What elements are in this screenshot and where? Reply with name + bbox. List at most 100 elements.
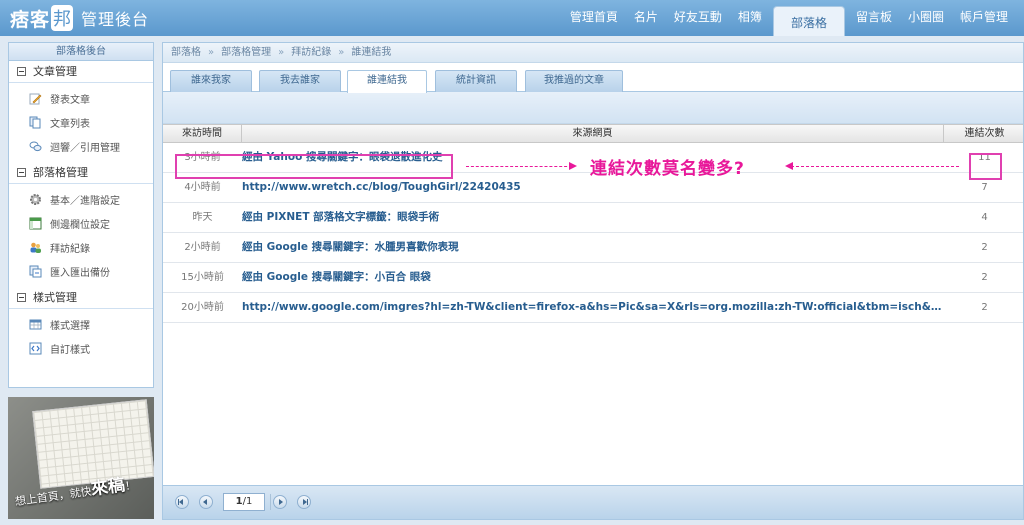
sidebar: 部落格後台 文章管理 發表文章 文章列表 迴響／引用管理 部落格管理 基本／進階…: [8, 42, 154, 388]
pages-icon: [29, 116, 42, 129]
prev-page-button[interactable]: [199, 495, 213, 509]
link-count: 2: [981, 302, 988, 313]
tab-statistics[interactable]: 統計資訊: [435, 70, 517, 92]
code-icon: [29, 342, 42, 355]
nav-home[interactable]: 管理首頁: [562, 0, 626, 36]
sidebar-item-style-select[interactable]: 樣式選擇: [9, 312, 153, 336]
promo-line-1: 想上首頁，就快: [14, 484, 93, 509]
nav-blog[interactable]: 部落格: [772, 6, 845, 36]
sidebar-item-comments[interactable]: 迴響／引用管理: [9, 134, 153, 158]
annotation-arrow-left: [791, 166, 959, 167]
last-page-button[interactable]: [297, 495, 311, 509]
nav-groups[interactable]: 小圈圈: [900, 0, 952, 36]
sidebar-item-post-list[interactable]: 文章列表: [9, 110, 153, 134]
pagination-bar: 1/1: [163, 485, 1023, 519]
tab-recommended-posts[interactable]: 我推過的文章: [525, 70, 623, 92]
sidebar-item-label: 拜訪紀錄: [50, 243, 90, 255]
sidebar-item-backup[interactable]: 匯入匯出備份: [9, 259, 153, 283]
arrow-head: [569, 162, 577, 170]
total-pages: 1: [245, 496, 253, 507]
current-page: 1: [235, 496, 243, 507]
promo-banner[interactable]: 想上首頁，就快來稿！: [8, 397, 154, 519]
column-header-source[interactable]: 來源網頁: [242, 125, 944, 143]
sidebar-title: 部落格後台: [9, 43, 153, 61]
breadcrumb: 部落格 » 部落格管理 » 拜訪紀錄 » 誰連結我: [163, 43, 1023, 63]
table-row: 2小時前 經由 Google 搜尋關鍵字：水腫男喜歡你表現 2: [163, 233, 1023, 263]
source-link[interactable]: 經由 Google 搜尋關鍵字：小百合 眼袋: [242, 263, 944, 292]
column-header-count[interactable]: 連結次數: [944, 125, 1024, 143]
table-row: 15小時前 經由 Google 搜尋關鍵字：小百合 眼袋 2: [163, 263, 1023, 293]
pencil-icon: [29, 92, 42, 105]
first-page-button[interactable]: [175, 495, 189, 509]
tab-bar: 誰來我家 我去誰家 誰連結我 統計資訊 我推過的文章: [163, 63, 1023, 93]
table-header: 來訪時間 來源網頁 連結次數: [163, 124, 1023, 143]
page-indicator[interactable]: 1/1: [223, 493, 265, 511]
promo-line-3: ！: [124, 478, 137, 493]
gear-icon: [29, 193, 42, 206]
table-row: 昨天 經由 PIXNET 部落格文字標籤：眼袋手術 4: [163, 203, 1023, 233]
nav-guestbook[interactable]: 留言板: [848, 0, 900, 36]
collapse-icon[interactable]: [17, 67, 26, 76]
sidebar-item-label: 自訂樣式: [50, 344, 90, 356]
highlight-box-count: [969, 153, 1002, 180]
breadcrumb-item[interactable]: 部落格: [171, 47, 201, 58]
backup-icon: [29, 265, 42, 278]
sidebar-item-custom-style[interactable]: 自訂樣式: [9, 336, 153, 360]
logo-badge: 邦: [51, 5, 74, 31]
sidebar-item-sidebar-layout[interactable]: 側邊欄位設定: [9, 211, 153, 235]
pager-divider: [270, 494, 271, 510]
breadcrumb-item[interactable]: 部落格管理: [221, 47, 271, 58]
visit-time: 15小時前: [181, 272, 224, 283]
sidebar-item-new-post[interactable]: 發表文章: [9, 86, 153, 110]
annotation-arrow-right: [466, 166, 572, 167]
sidebar-item-label: 匯入匯出備份: [50, 267, 110, 279]
logo-text: 痞客: [10, 8, 51, 31]
column-header-time[interactable]: 來訪時間: [163, 125, 242, 143]
next-page-button[interactable]: [273, 495, 287, 509]
tab-who-visited-me[interactable]: 誰來我家: [170, 70, 252, 92]
source-link[interactable]: 經由 Google 搜尋關鍵字：水腫男喜歡你表現: [242, 233, 944, 262]
pixnet-logo[interactable]: 痞客邦 管理後台: [10, 4, 149, 32]
collapse-icon[interactable]: [17, 168, 26, 177]
layout-icon: [29, 217, 42, 230]
visit-time: 昨天: [192, 212, 213, 223]
sidebar-section-articles[interactable]: 文章管理: [9, 61, 153, 83]
tab-who-i-visited[interactable]: 我去誰家: [259, 70, 341, 92]
sidebar-section-label: 文章管理: [33, 64, 77, 78]
sidebar-item-label: 基本／進階設定: [50, 195, 120, 207]
table-row: 20小時前 http://www.google.com/imgres?hl=zh…: [163, 293, 1023, 323]
top-bar: 痞客邦 管理後台 管理首頁 名片 好友互動 相簿 部落格 留言板 小圈圈 帳戶管…: [0, 0, 1024, 36]
grid-icon: [29, 318, 42, 331]
breadcrumb-separator: »: [278, 47, 285, 58]
source-link[interactable]: http://www.google.com/imgres?hl=zh-TW&cl…: [242, 293, 944, 322]
speech-bubble-icon: [29, 140, 42, 153]
main-panel: 部落格 » 部落格管理 » 拜訪紀錄 » 誰連結我 誰來我家 我去誰家 誰連結我 統計資訊 …: [162, 42, 1024, 520]
sidebar-section-styles[interactable]: 樣式管理: [9, 287, 153, 309]
visit-time: 20小時前: [181, 302, 224, 313]
tab-who-links-me[interactable]: 誰連結我: [347, 70, 427, 93]
link-count: 2: [981, 242, 988, 253]
sidebar-item-visit-log[interactable]: 拜訪紀錄: [9, 235, 153, 259]
breadcrumb-separator: »: [208, 47, 215, 58]
sidebar-section-label: 部落格管理: [33, 165, 88, 179]
sidebar-item-label: 樣式選擇: [50, 320, 90, 332]
nav-profile[interactable]: 名片: [626, 0, 666, 36]
sidebar-item-label: 側邊欄位設定: [50, 219, 110, 231]
logo-subtitle: 管理後台: [81, 10, 150, 29]
sidebar-item-label: 發表文章: [50, 94, 90, 106]
nav-friends[interactable]: 好友互動: [666, 0, 730, 36]
breadcrumb-separator: »: [338, 47, 345, 58]
sidebar-item-label: 文章列表: [50, 118, 90, 130]
annotation-text: 連結次數莫名變多?: [590, 159, 745, 179]
sidebar-item-settings[interactable]: 基本／進階設定: [9, 187, 153, 211]
sidebar-section-blog[interactable]: 部落格管理: [9, 162, 153, 184]
source-link[interactable]: 經由 PIXNET 部落格文字標籤：眼袋手術: [242, 203, 944, 232]
breadcrumb-item[interactable]: 拜訪紀錄: [291, 47, 331, 58]
promo-line-2: 來稿: [89, 475, 127, 500]
nav-account[interactable]: 帳戶管理: [952, 0, 1016, 36]
link-count: 2: [981, 272, 988, 283]
collapse-icon[interactable]: [17, 293, 26, 302]
nav-album[interactable]: 相簿: [730, 0, 770, 36]
sidebar-item-label: 迴響／引用管理: [50, 142, 120, 154]
visitors-icon: [29, 241, 42, 254]
